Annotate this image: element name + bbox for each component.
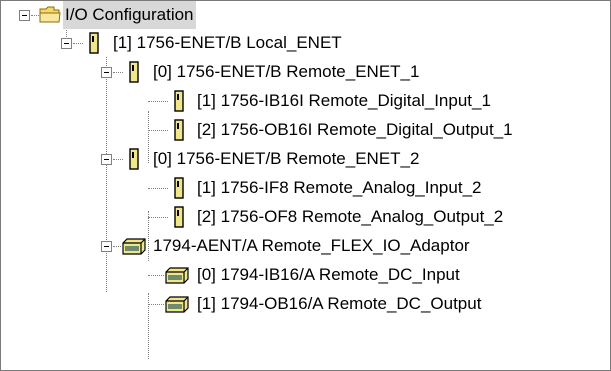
tree-item-label: [0] 1794-IB16/A Remote_DC_Input: [197, 265, 460, 284]
tree-item-remote-analog-input-2[interactable]: [1] 1756-IF8 Remote_Analog_Input_2: [1, 174, 610, 202]
tree-item-remote-digital-output-1[interactable]: [2] 1756-OB16I Remote_Digital_Output_1: [1, 116, 610, 144]
module-icon: [89, 32, 99, 54]
collapse-toggle[interactable]: [101, 154, 112, 165]
tree-item-label: 1794-AENT/A Remote_FLEX_IO_Adaptor: [153, 236, 470, 255]
module-icon: [174, 119, 184, 141]
flex-adapter-icon: [122, 238, 146, 255]
module-icon: [129, 148, 139, 170]
tree-item-remote-enet-2[interactable]: [0] 1756-ENET/B Remote_ENET_2: [1, 145, 610, 173]
tree-item-remote-enet-1[interactable]: [0] 1756-ENET/B Remote_ENET_1: [1, 58, 610, 86]
tree-item-label: [2] 1756-OF8 Remote_Analog_Output_2: [197, 207, 504, 226]
collapse-toggle[interactable]: [101, 67, 112, 78]
tree-item-io-configuration[interactable]: I/O Configuration: [1, 1, 610, 29]
flex-module-icon: [165, 267, 189, 284]
collapse-toggle[interactable]: [19, 10, 30, 21]
tree-item-remote-dc-input[interactable]: [0] 1794-IB16/A Remote_DC_Input: [1, 261, 610, 289]
tree-item-label: [1] 1756-IF8 Remote_Analog_Input_2: [197, 178, 482, 197]
tree-item-label: I/O Configuration: [63, 1, 196, 29]
tree-item-label: [1] 1756-IB16I Remote_Digital_Input_1: [197, 91, 491, 110]
tree-item-remote-analog-output-2[interactable]: [2] 1756-OF8 Remote_Analog_Output_2: [1, 203, 610, 231]
tree-item-label: [2] 1756-OB16I Remote_Digital_Output_1: [197, 120, 513, 139]
module-icon: [174, 177, 184, 199]
tree-item-label: [0] 1756-ENET/B Remote_ENET_2: [153, 149, 420, 168]
collapse-toggle[interactable]: [61, 38, 72, 49]
tree-item-label: [0] 1756-ENET/B Remote_ENET_1: [153, 62, 420, 81]
module-icon: [129, 61, 139, 83]
tree-item-remote-digital-input-1[interactable]: [1] 1756-IB16I Remote_Digital_Input_1: [1, 87, 610, 115]
module-icon: [174, 206, 184, 228]
tree-item-remote-dc-output[interactable]: [1] 1794-OB16/A Remote_DC_Output: [1, 290, 610, 318]
flex-module-icon: [165, 296, 189, 313]
tree-item-local-enet[interactable]: [1] 1756-ENET/B Local_ENET: [1, 29, 610, 57]
folder-icon: [39, 6, 61, 23]
tree-item-remote-flex-io-adaptor[interactable]: 1794-AENT/A Remote_FLEX_IO_Adaptor: [1, 232, 610, 260]
collapse-toggle[interactable]: [101, 241, 112, 252]
tree-item-label: [1] 1756-ENET/B Local_ENET: [113, 33, 342, 52]
io-configuration-tree[interactable]: I/O Configuration [1] 1756-ENET/B Local_…: [0, 0, 611, 371]
tree-item-label: [1] 1794-OB16/A Remote_DC_Output: [197, 294, 482, 313]
module-icon: [174, 90, 184, 112]
